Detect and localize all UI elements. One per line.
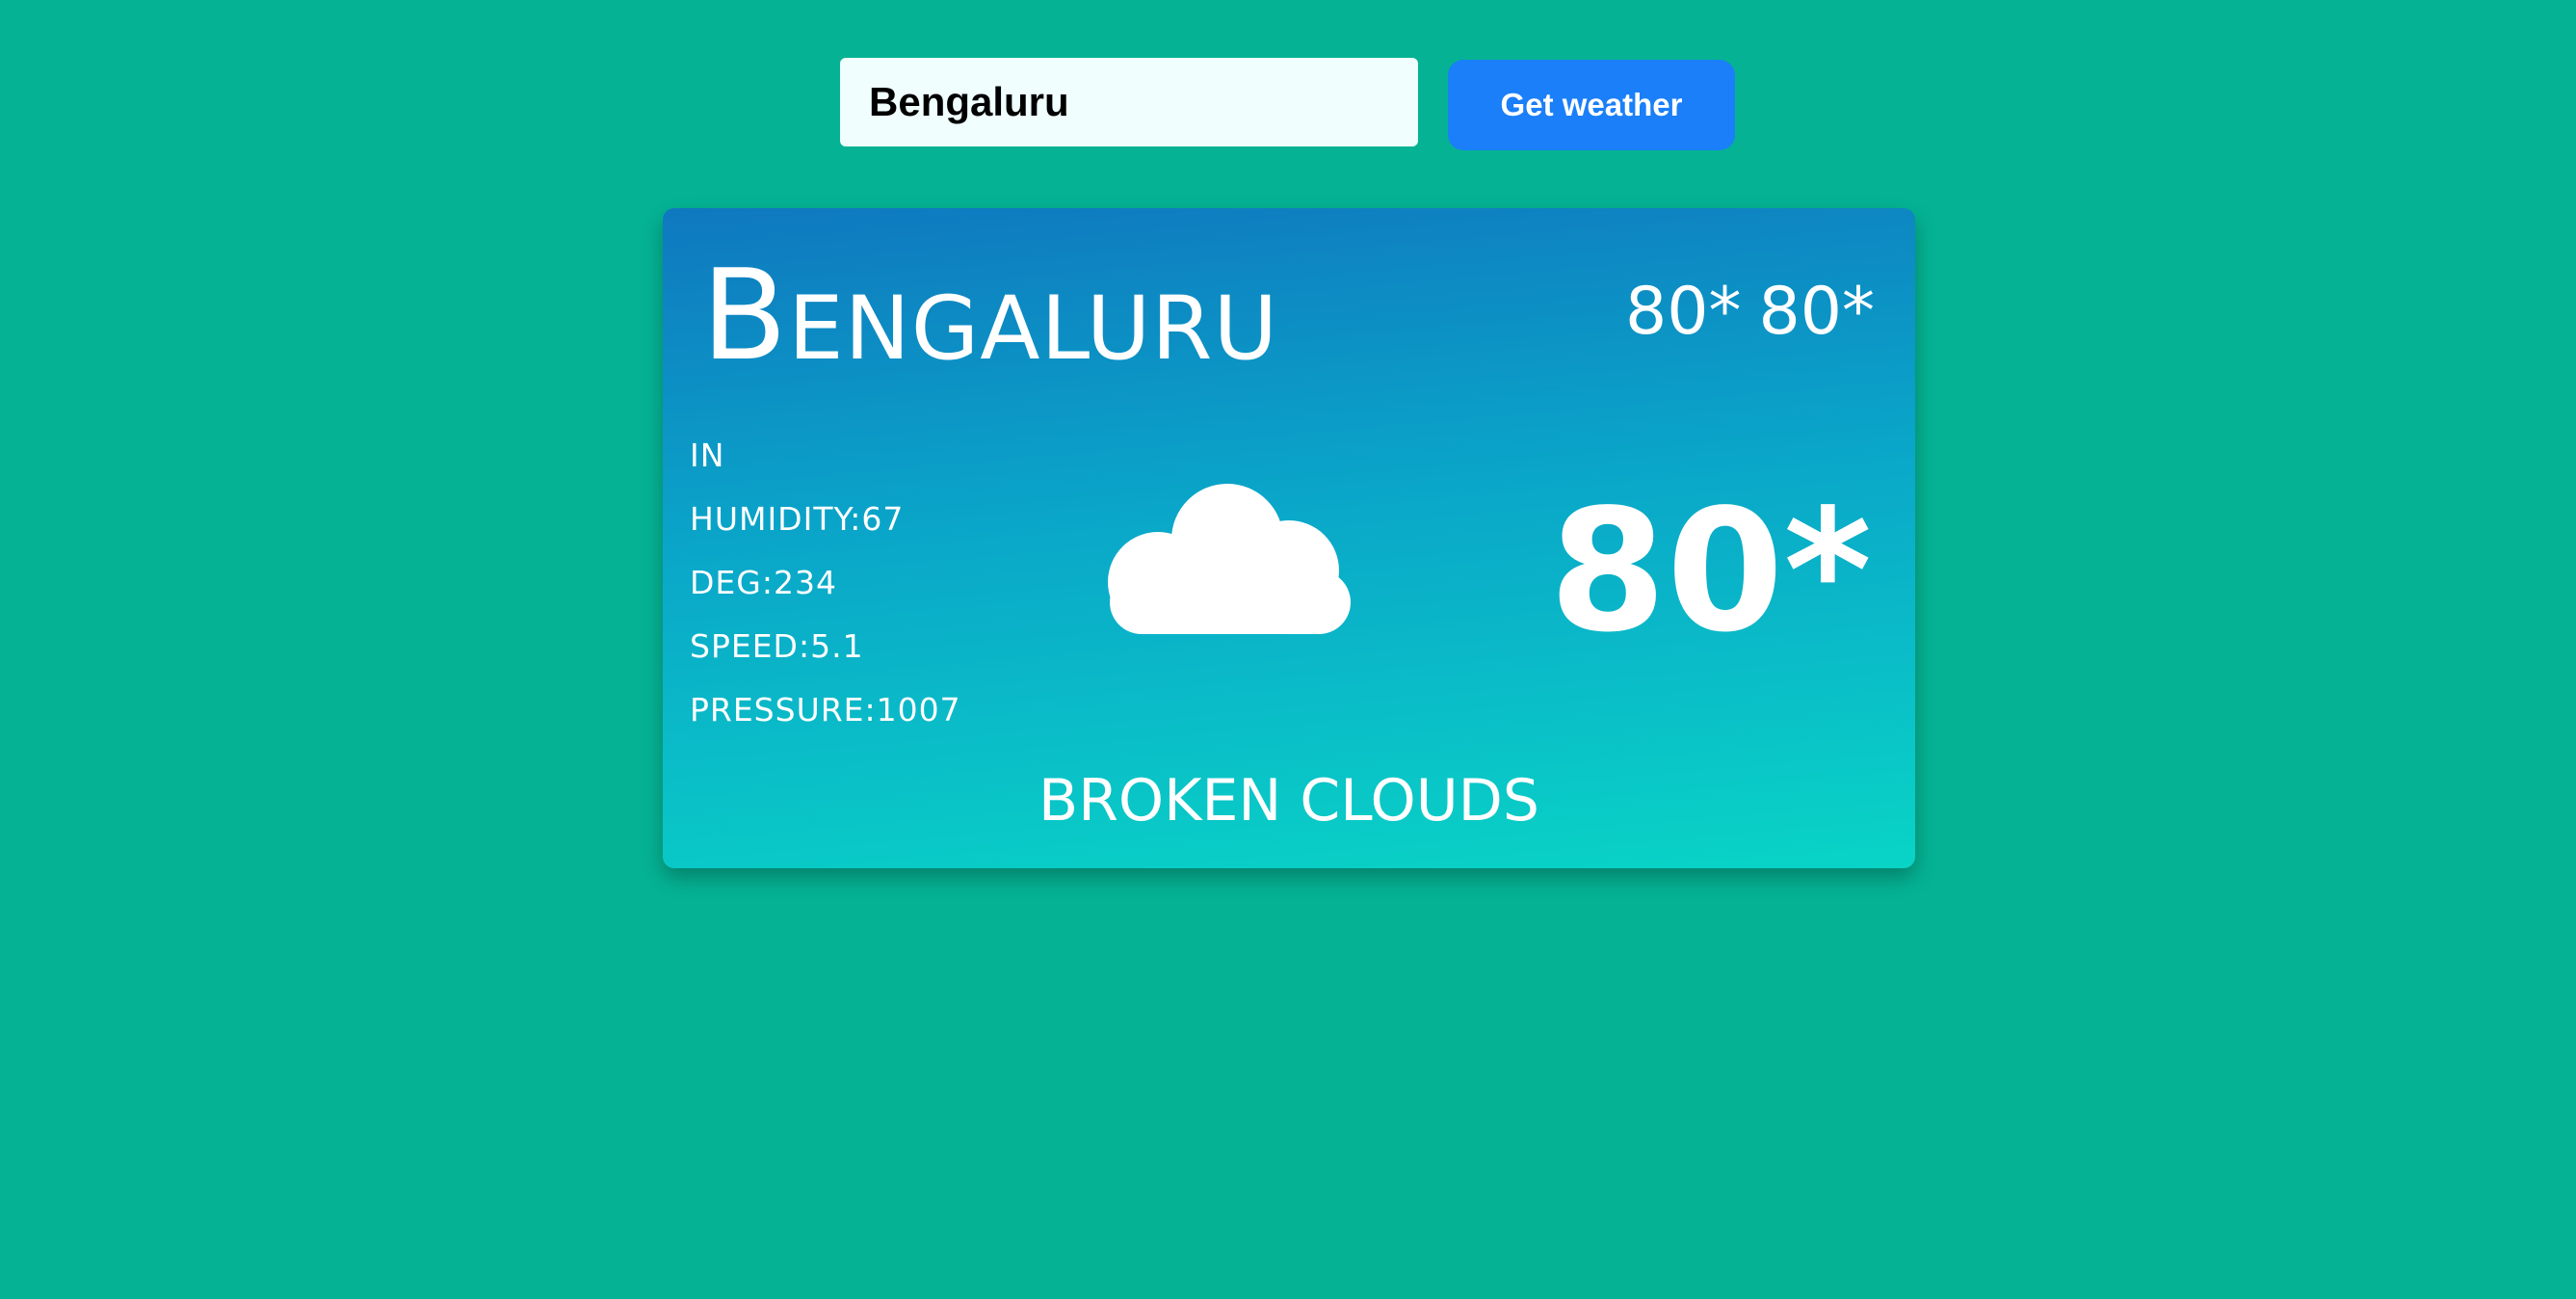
country-code: IN [690, 437, 725, 474]
get-weather-button[interactable]: Get weather [1448, 60, 1735, 150]
weather-card: Bengaluru 80* 80* IN HUMIDITY:67 DEG:234 … [663, 208, 1915, 868]
city-name: Bengaluru [701, 242, 1279, 388]
city-search-input[interactable] [840, 58, 1418, 146]
weather-description: BROKEN CLOUDS [1038, 767, 1539, 835]
humidity: HUMIDITY:67 [690, 500, 905, 538]
temp-range: 80* 80* [1625, 274, 1875, 351]
temp-min: 80* [1624, 274, 1742, 350]
current-temperature: 80* [1549, 474, 1873, 670]
cloud-icon [1108, 484, 1351, 634]
wind-speed: SPEED:5.1 [690, 627, 864, 665]
weather-details: IN HUMIDITY:67 DEG:234 SPEED:5.1 PRESSUR… [690, 424, 961, 742]
temp-max: 80* [1758, 274, 1875, 350]
wind-degree: DEG:234 [690, 564, 837, 601]
pressure: PRESSURE:1007 [690, 691, 961, 729]
